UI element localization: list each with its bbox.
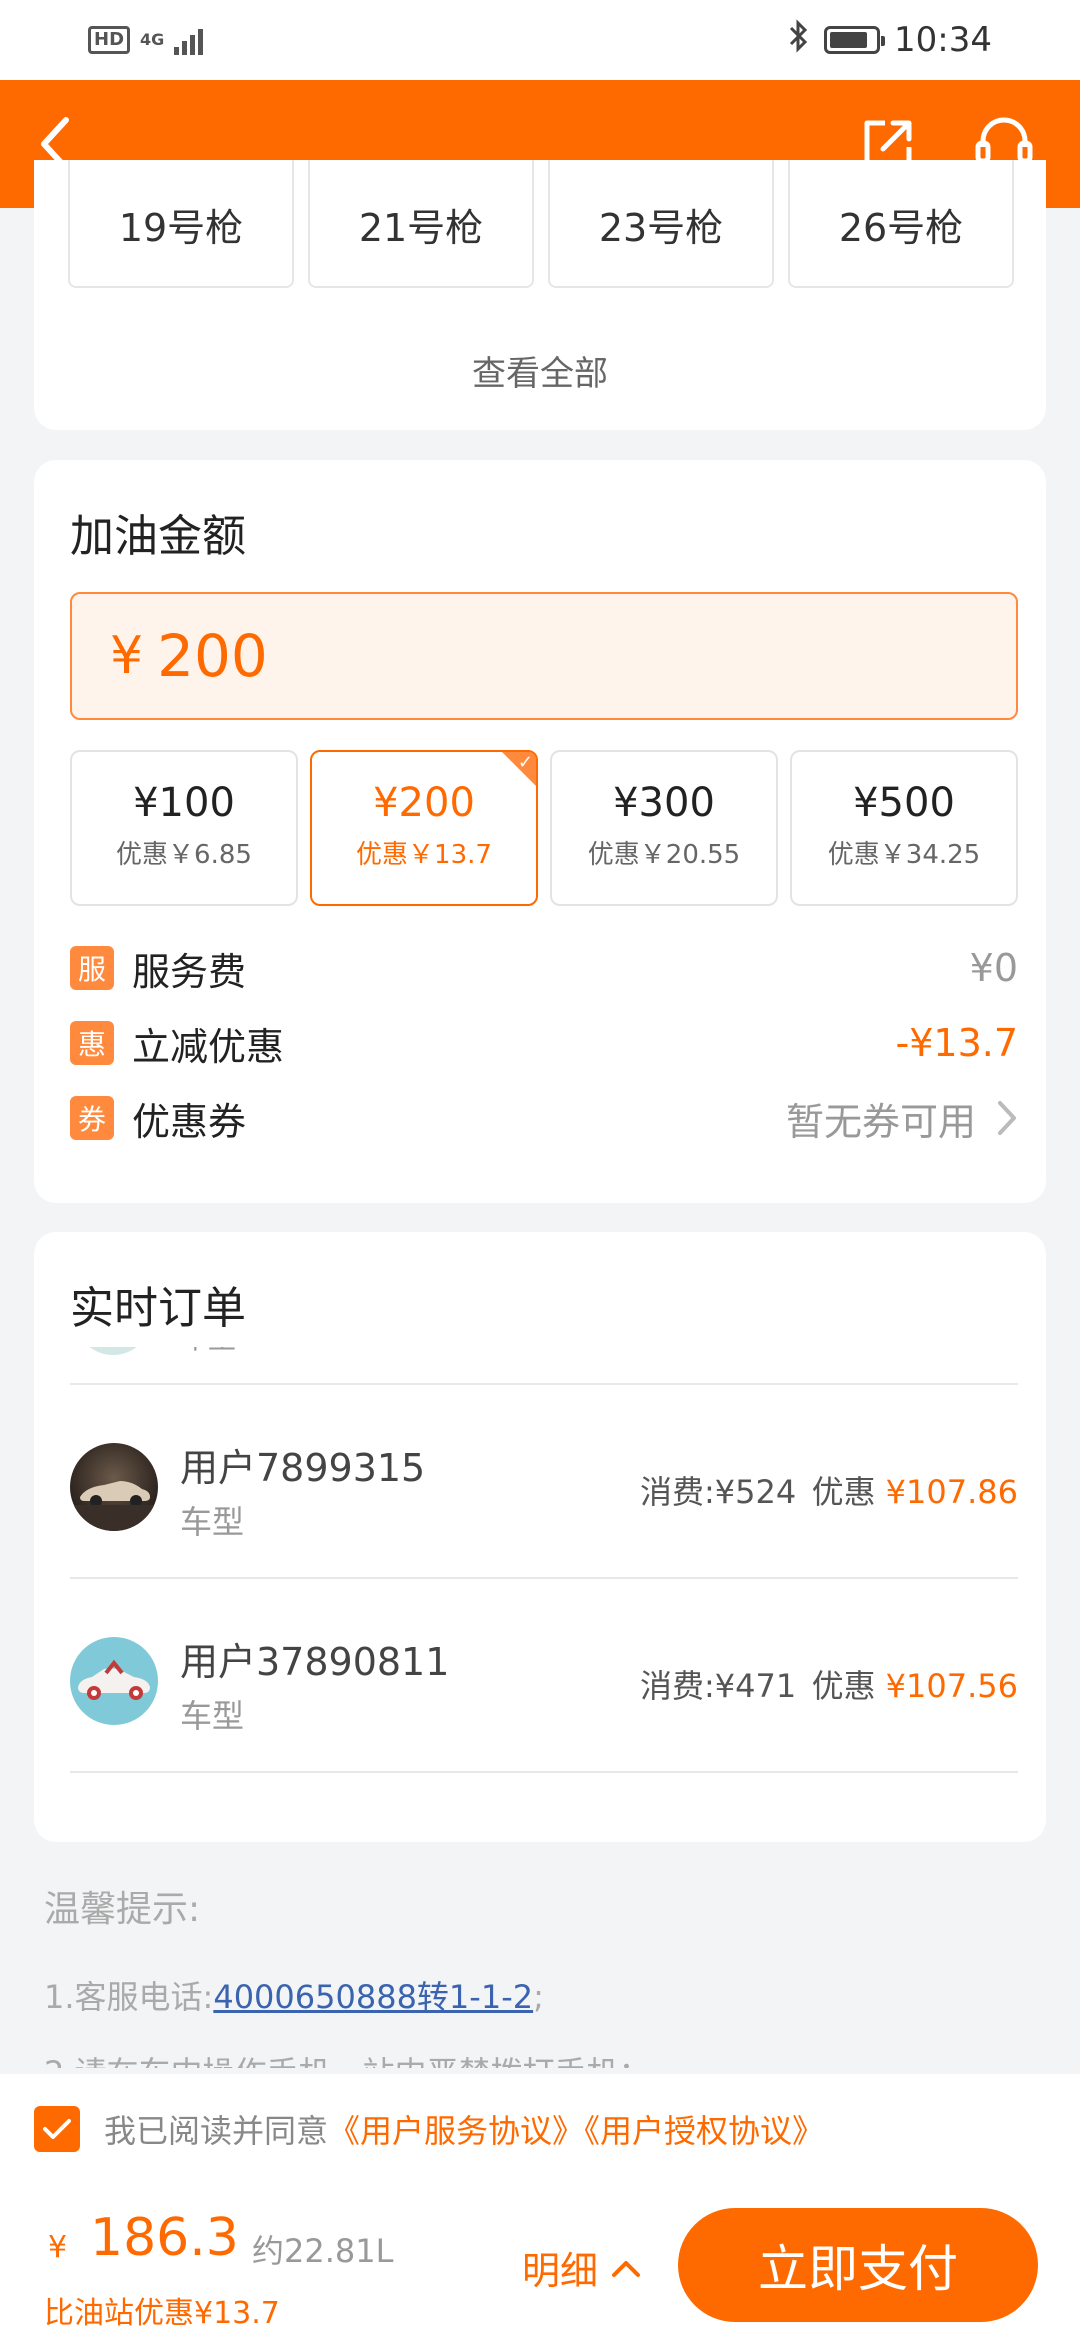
amount-option-300[interactable]: ¥300 优惠￥20.55: [550, 750, 778, 906]
network-type: 4G: [140, 30, 165, 49]
gun-option[interactable]: 19号枪: [68, 160, 294, 288]
gun-card: 19号枪 21号枪 23号枪 26号枪 查看全部: [34, 160, 1046, 430]
list-divider: [70, 1771, 1018, 1827]
gun-option[interactable]: 26号枪: [788, 160, 1014, 288]
table-row: 用户7899315 车型 消费:¥524 优惠 ¥107.86: [70, 1383, 1018, 1577]
gun-list: 19号枪 21号枪 23号枪 26号枪: [68, 160, 1048, 288]
service-tag: 服: [70, 946, 114, 990]
order-discount: 优惠 ¥107.56: [812, 1661, 1018, 1707]
discount-label: 立减优惠: [132, 1024, 285, 1069]
gun-option[interactable]: 23号枪: [548, 160, 774, 288]
clock: 10:34: [894, 20, 992, 60]
amount-option-discount: 优惠￥20.55: [587, 840, 741, 870]
pay-saving: 比油站优惠¥13.7: [44, 2296, 280, 2331]
order-user: 用户37890811: [180, 1640, 450, 1684]
tips-section: 温馨提示: 1.客服电话:4000650888转1-1-2; 2.请在车内操作手…: [44, 1880, 1044, 2068]
amount-input[interactable]: ¥ 200: [70, 592, 1018, 720]
amount-option-value: ¥100: [133, 780, 235, 826]
service-phone-link[interactable]: 4000650888转1-1-2: [213, 1978, 533, 2016]
status-bar: HD 4G 10:34: [0, 0, 1080, 80]
pay-amount: 186.3: [90, 2208, 239, 2268]
amount-title: 加油金额: [70, 511, 246, 562]
avatar: [70, 1637, 158, 1725]
agreement-text: 我已阅读并同意: [104, 2112, 329, 2150]
order-spend: 消费:¥471: [640, 1667, 797, 1705]
discount-value: -¥13.7: [895, 1021, 1019, 1065]
amount-option-discount: 优惠￥34.25: [827, 840, 981, 870]
currency-symbol: ¥: [110, 626, 144, 686]
hd-icon: HD: [88, 26, 131, 54]
service-fee-row: 服 服务费 ¥0: [70, 940, 1018, 996]
amount-option-200[interactable]: ✓ ¥200 优惠￥13.7: [310, 750, 538, 906]
signal-icon: [174, 25, 204, 55]
amount-value: 200: [157, 622, 268, 690]
amount-option-500[interactable]: ¥500 优惠￥34.25: [790, 750, 1018, 906]
amount-card: 加油金额 ¥ 200 ¥100 优惠￥6.85 ✓ ¥200 优惠￥13.7 ¥…: [34, 460, 1046, 1203]
pay-button[interactable]: 立即支付: [678, 2208, 1038, 2322]
avatar: [74, 1347, 152, 1355]
amount-option-100[interactable]: ¥100 优惠￥6.85: [70, 750, 298, 906]
battery-icon: [824, 26, 886, 54]
coupon-row[interactable]: 券 优惠券 暂无券可用: [70, 1090, 1018, 1146]
agreement-checkbox[interactable]: [34, 2106, 80, 2152]
check-icon: [43, 2119, 71, 2139]
service-fee-label: 服务费: [132, 949, 247, 994]
table-row: 用户37890811 车型 消费:¥471 优惠 ¥107.56: [70, 1577, 1018, 1771]
gun-option[interactable]: 21号枪: [308, 160, 534, 288]
order-car-type: 车型: [180, 1503, 245, 1541]
bluetooth-icon: [788, 18, 810, 62]
order-car-type: 车型: [180, 1347, 236, 1357]
amount-option-value: ¥300: [613, 780, 715, 826]
orders-card: 实时订单 车型 用户7899315 车型 消费:¥524 优惠¥107.86: [34, 1232, 1046, 1842]
service-fee-value: ¥0: [969, 946, 1018, 990]
detail-label: 明细: [522, 2249, 599, 2293]
agreement-links[interactable]: 《用户服务协议》《用户授权协议》: [328, 2106, 824, 2152]
tips-line-1: 1.客服电话:4000650888转1-1-2;: [44, 1972, 1044, 2018]
order-spend: 消费:¥524: [640, 1473, 797, 1511]
order-discount: 优惠 ¥107.86: [812, 1467, 1018, 1513]
chevron-right-icon: [996, 1099, 1018, 1137]
payment-bar: ¥ 186.3 约22.81L 比油站优惠¥13.7 明细 立即支付: [0, 2184, 1080, 2340]
coupon-tag: 券: [70, 1096, 114, 1140]
list-item: 车型: [70, 1347, 1018, 1383]
pay-liters: 约22.81L: [252, 2232, 394, 2270]
order-discount-value: ¥107.86: [885, 1473, 1018, 1511]
order-discount-label: 优惠: [811, 1667, 876, 1705]
detail-button[interactable]: 明细: [522, 2240, 642, 2295]
amount-option-value: ¥500: [853, 780, 955, 826]
agreement-bar: 我已阅读并同意 《用户服务协议》《用户授权协议》: [0, 2074, 1080, 2184]
amount-option-discount: 优惠￥6.85: [116, 840, 252, 870]
coupon-label: 优惠券: [132, 1099, 247, 1144]
order-discount-label: 优惠: [811, 1473, 876, 1511]
coupon-value: 暂无券可用: [785, 1099, 976, 1144]
tips-phone-suffix: ;: [533, 1978, 544, 2016]
discount-tag: 惠: [70, 1021, 114, 1065]
orders-title: 实时订单: [70, 1283, 246, 1334]
amount-option-discount: 优惠￥13.7: [356, 840, 492, 870]
avatar: [70, 1443, 158, 1531]
discount-row: 惠 立减优惠 -¥13.7: [70, 1015, 1018, 1071]
order-car-type: 车型: [180, 1697, 245, 1735]
check-icon: ✓: [517, 752, 533, 773]
tips-title: 温馨提示:: [44, 1889, 201, 1930]
order-list[interactable]: 车型 用户7899315 车型 消费:¥524 优惠¥107.86: [70, 1347, 1018, 1827]
tips-line-2: 2.请在车内操作手机，站内严禁拨打手机；: [44, 2048, 1044, 2068]
pay-currency: ¥: [48, 2230, 68, 2265]
order-user: 用户7899315: [180, 1446, 426, 1490]
view-all-link[interactable]: 查看全部: [34, 346, 1046, 395]
order-discount-value: ¥107.56: [885, 1667, 1018, 1705]
chevron-up-icon: [612, 2260, 641, 2277]
tips-phone-prefix: 1.客服电话:: [44, 1978, 214, 2016]
